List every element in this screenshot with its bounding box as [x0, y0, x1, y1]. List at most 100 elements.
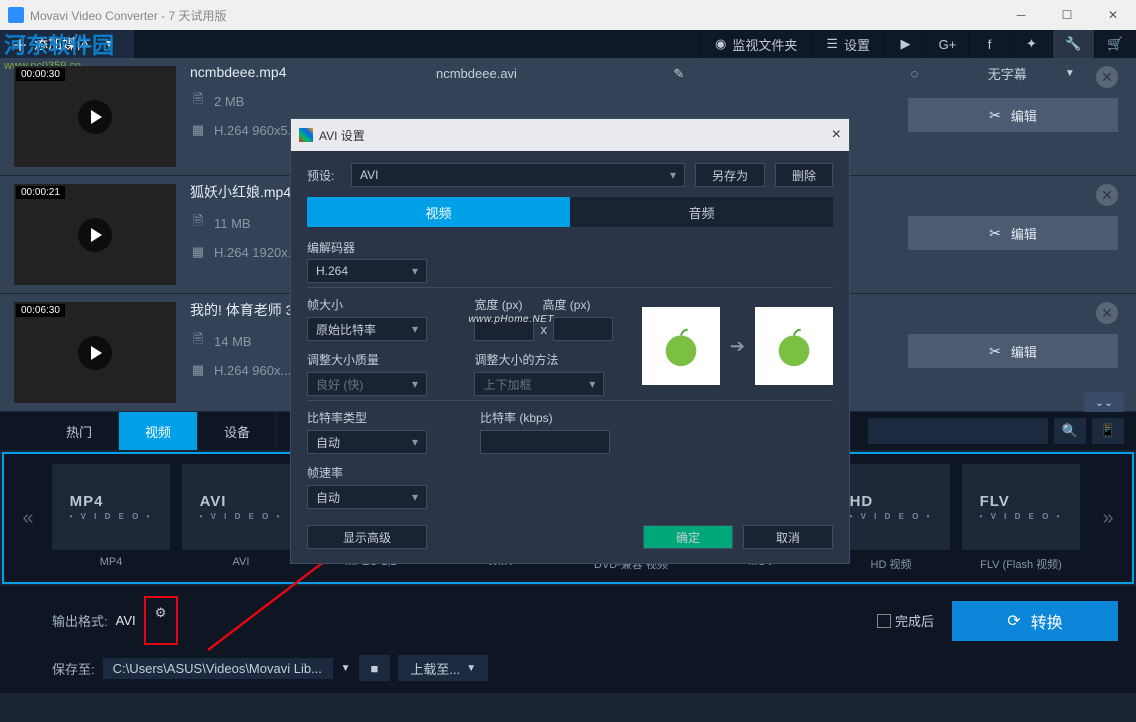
- convert-button[interactable]: ⟳ 转换: [952, 601, 1118, 641]
- dialog-close-button[interactable]: ×: [832, 126, 841, 144]
- resizemethod-select[interactable]: 上下加框: [474, 372, 604, 396]
- delete-button[interactable]: 删除: [775, 163, 833, 187]
- remove-file-button[interactable]: ✕: [1096, 302, 1118, 324]
- quality-select[interactable]: 良好 (快): [307, 372, 427, 396]
- remove-file-button[interactable]: ✕: [1096, 184, 1118, 206]
- next-formats-button[interactable]: »: [1092, 468, 1124, 568]
- codec-icon: ▦: [190, 122, 206, 138]
- tab-device[interactable]: 设备: [198, 412, 277, 450]
- play-icon[interactable]: [78, 218, 112, 252]
- framesize-select[interactable]: 原始比特率: [307, 317, 427, 341]
- maximize-button[interactable]: ☐: [1044, 0, 1090, 30]
- save-path-box[interactable]: C:\Users\ASUS\Videos\Movavi Lib...: [103, 658, 333, 679]
- watch-folder-button[interactable]: ◉ 监视文件夹: [700, 30, 811, 58]
- file-size: 11 MB: [214, 216, 251, 231]
- minimize-button[interactable]: ─: [998, 0, 1044, 30]
- edit-button[interactable]: ✂ 编辑: [908, 334, 1118, 368]
- add-media-button[interactable]: ＋ 添加媒体 ▼: [0, 30, 134, 58]
- gear-icon: ⚙: [155, 605, 167, 621]
- upload-to-button[interactable]: 上载至... ▼: [398, 655, 488, 681]
- quality-label: 调整大小质量: [307, 351, 454, 368]
- cart-icon[interactable]: 🛒: [1094, 30, 1136, 58]
- convert-label: 转换: [1031, 609, 1063, 633]
- search-button[interactable]: 🔍: [1054, 418, 1086, 444]
- output-filename: ncmbdeee.avi: [436, 66, 661, 81]
- file-codec: H.264 960x...: [214, 363, 291, 378]
- preset-label: 预设:: [307, 167, 341, 184]
- facebook-icon[interactable]: f: [968, 30, 1010, 58]
- framerate-select[interactable]: 自动: [307, 485, 427, 509]
- right-arrow-icon: ➔: [730, 336, 745, 357]
- bitratetype-select[interactable]: 自动: [307, 430, 427, 454]
- file-icon: 🗎: [190, 90, 206, 112]
- codec-icon: ▦: [190, 244, 206, 260]
- dialog-titlebar: AVI 设置 ×: [291, 119, 849, 151]
- width-label: 宽度 (px): [474, 296, 522, 313]
- file-size: 2 MB: [214, 94, 244, 109]
- path-dropdown-icon[interactable]: ▼: [341, 663, 351, 674]
- codec-select[interactable]: H.264: [307, 259, 427, 283]
- gear-highlight: ⚙: [144, 596, 178, 645]
- list-icon: ☰: [826, 36, 838, 52]
- ok-button[interactable]: 确定: [643, 525, 733, 549]
- audio-tab[interactable]: 音频: [570, 197, 833, 227]
- chevron-down-icon: ▼: [104, 39, 114, 50]
- file-thumbnail[interactable]: 00:00:21: [14, 184, 176, 285]
- key-icon[interactable]: 🔧: [1052, 30, 1094, 58]
- tab-hot[interactable]: 热门: [40, 412, 119, 450]
- double-chevron-down-icon: ⌄⌄: [1095, 396, 1113, 409]
- edit-button[interactable]: ✂ 编辑: [908, 98, 1118, 132]
- show-advanced-button[interactable]: 显示高级: [307, 525, 427, 549]
- codec-label: 编解码器: [307, 239, 833, 256]
- file-thumbnail[interactable]: 00:06:30: [14, 302, 176, 403]
- format-icon: MP4• V I D E O •: [52, 464, 170, 550]
- settings-button[interactable]: ☰ 设置: [811, 30, 884, 58]
- file-codec: H.264 1920x...: [214, 245, 299, 260]
- youtube-icon[interactable]: ▶: [884, 30, 926, 58]
- format-icon: AVI• V I D E O •: [182, 464, 300, 550]
- preset-select[interactable]: AVI: [351, 163, 685, 187]
- upload-label: 上载至...: [410, 659, 460, 678]
- phone-icon: 📱: [1100, 423, 1116, 439]
- search-input[interactable]: [868, 418, 1048, 444]
- subtitle-label: 无字幕: [988, 64, 1059, 83]
- format-card[interactable]: FLV• V I D E O • FLV (Flash 视频): [962, 464, 1080, 572]
- prev-formats-button[interactable]: «: [12, 468, 44, 568]
- file-thumbnail[interactable]: 00:00:30: [14, 66, 176, 167]
- expand-button[interactable]: ⌄⌄: [1084, 392, 1124, 412]
- chevron-down-icon: ▼: [466, 663, 476, 674]
- edit-label: 编辑: [1011, 224, 1037, 243]
- file-icon: 🗎: [190, 330, 206, 352]
- twitter-icon[interactable]: ✦: [1010, 30, 1052, 58]
- close-button[interactable]: ✕: [1090, 0, 1136, 30]
- dialog-title: AVI 设置: [319, 127, 365, 144]
- edit-button[interactable]: ✂ 编辑: [908, 216, 1118, 250]
- play-icon[interactable]: [78, 100, 112, 134]
- after-checkbox[interactable]: 完成后: [877, 611, 934, 630]
- add-media-label: 添加媒体: [34, 34, 90, 54]
- cancel-button[interactable]: 取消: [743, 525, 833, 549]
- pencil-icon[interactable]: ✎: [673, 66, 898, 82]
- save-as-button[interactable]: 另存为: [695, 163, 765, 187]
- height-input[interactable]: [553, 317, 613, 341]
- after-label: 完成后: [895, 611, 934, 630]
- output-settings-gear-button[interactable]: ⚙: [148, 600, 174, 626]
- browse-folder-button[interactable]: ■: [359, 655, 391, 681]
- checkbox-icon: [877, 614, 891, 628]
- video-tab[interactable]: 视频: [307, 197, 570, 227]
- edit-label: 编辑: [1011, 106, 1037, 125]
- remove-file-button[interactable]: ✕: [1096, 66, 1118, 88]
- duration-badge: 00:00:21: [16, 186, 65, 199]
- output-format-value: AVI: [116, 613, 136, 628]
- googleplus-icon[interactable]: G+: [926, 30, 968, 58]
- format-card[interactable]: MP4• V I D E O • MP4: [52, 464, 170, 572]
- bitrate-input[interactable]: [480, 430, 610, 454]
- resizemethod-label: 调整大小的方法: [474, 351, 621, 368]
- settings-label: 设置: [844, 35, 870, 54]
- format-card[interactable]: AVI• V I D E O • AVI: [182, 464, 300, 572]
- format-icon: FLV• V I D E O •: [962, 464, 1080, 550]
- edit-label: 编辑: [1011, 342, 1037, 361]
- device-detect-button[interactable]: 📱: [1092, 418, 1124, 444]
- tab-video[interactable]: 视频: [119, 412, 198, 450]
- play-icon[interactable]: [78, 336, 112, 370]
